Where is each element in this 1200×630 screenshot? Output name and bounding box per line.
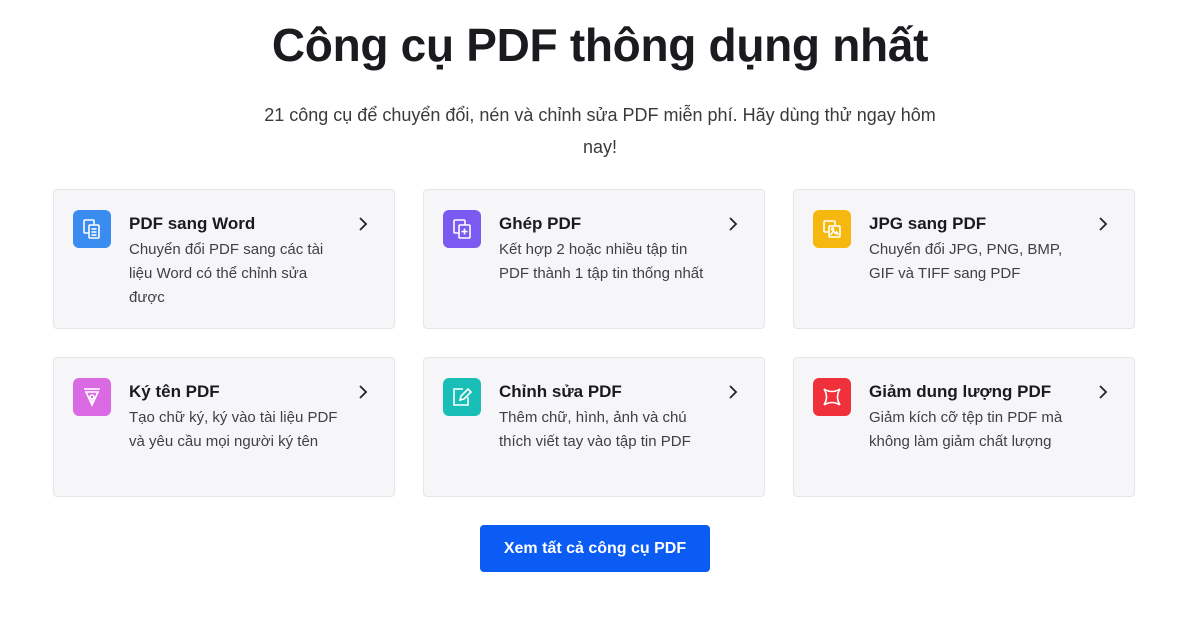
chevron-right-icon (359, 217, 368, 231)
tool-card-description: Chuyển đổi PDF sang các tài liệu Word có… (129, 241, 324, 306)
chevron-right-icon (1099, 217, 1108, 231)
view-all-tools-button[interactable]: Xem tất cả công cụ PDF (480, 525, 710, 572)
tool-card-title: JPG sang PDF (869, 214, 987, 233)
merge-pdf-icon (443, 210, 481, 248)
sign-pdf-icon (73, 378, 111, 416)
tool-card-description: Kết hợp 2 hoặc nhiều tập tin PDF thành 1… (499, 241, 704, 282)
chevron-right-icon (359, 385, 368, 399)
edit-pdf-icon (443, 378, 481, 416)
tool-card-sign-pdf[interactable]: Ký tên PDF Tạo chữ ký, ký vào tài liệu P… (53, 357, 395, 497)
chevron-right-icon (1099, 385, 1108, 399)
page-subtitle: 21 công cụ để chuyển đổi, nén và chỉnh s… (264, 105, 936, 157)
page-title: Công cụ PDF thông dụng nhất (271, 19, 929, 71)
tool-card-title: Giảm dung lượng PDF (869, 382, 1052, 401)
chevron-right-icon (729, 385, 738, 399)
tool-card-jpg-to-pdf[interactable]: JPG sang PDF Chuyển đổi JPG, PNG, BMP, G… (793, 189, 1135, 329)
tool-card-title: Ký tên PDF (129, 382, 220, 401)
tool-card-compress-pdf[interactable]: Giảm dung lượng PDF Giảm kích cỡ tệp tin… (793, 357, 1135, 497)
tool-card-edit-pdf[interactable]: Chỉnh sửa PDF Thêm chữ, hình, ảnh và chú… (423, 357, 765, 497)
tool-card-title: Chỉnh sửa PDF (499, 382, 622, 401)
tool-card-description: Giảm kích cỡ tệp tin PDF mà không làm gi… (869, 409, 1063, 450)
tool-card-description: Thêm chữ, hình, ảnh và chú thích viết ta… (499, 409, 691, 450)
tool-card-description: Chuyển đổi JPG, PNG, BMP, GIF và TIFF sa… (869, 241, 1063, 282)
chevron-right-icon (729, 217, 738, 231)
pdf-to-word-icon (73, 210, 111, 248)
tool-card-description: Tạo chữ ký, ký vào tài liệu PDF và yêu c… (129, 409, 338, 450)
tool-card-title: PDF sang Word (129, 214, 256, 233)
jpg-to-pdf-icon (813, 210, 851, 248)
tool-card-pdf-to-word[interactable]: PDF sang Word Chuyển đổi PDF sang các tà… (53, 189, 395, 329)
tool-card-title: Ghép PDF (499, 214, 582, 233)
compress-pdf-icon (813, 378, 851, 416)
tool-card-merge-pdf[interactable]: Ghép PDF Kết hợp 2 hoặc nhiều tập tin PD… (423, 189, 765, 329)
